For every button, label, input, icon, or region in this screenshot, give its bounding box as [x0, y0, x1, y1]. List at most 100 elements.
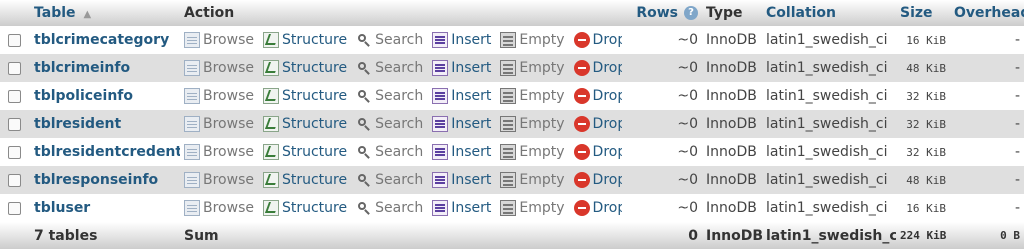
header-table[interactable]: Table ▲	[30, 0, 180, 26]
search-button[interactable]: Search	[356, 200, 423, 216]
browse-button[interactable]: Browse	[184, 32, 254, 48]
drop-button[interactable]: Drop	[573, 116, 622, 132]
footer-collation: latin1_swedish_ci	[762, 222, 896, 249]
header-size[interactable]: Size	[896, 0, 950, 26]
row-checkbox[interactable]	[8, 145, 21, 159]
drop-label: Drop	[592, 60, 622, 76]
empty-button[interactable]: Empty	[500, 88, 565, 104]
insert-button[interactable]: Insert	[432, 144, 491, 160]
insert-button[interactable]: Insert	[432, 172, 491, 188]
structure-label: Structure	[281, 60, 348, 76]
structure-button[interactable]: Structure	[262, 60, 348, 76]
insert-icon	[432, 172, 449, 188]
browse-button[interactable]: Browse	[184, 200, 254, 216]
table-name-link[interactable]: tblresident	[34, 116, 121, 132]
structure-button[interactable]: Structure	[262, 32, 347, 48]
structure-button[interactable]: Structure	[262, 144, 347, 160]
header-overhead[interactable]: Overhead	[950, 0, 1024, 26]
browse-icon	[184, 60, 200, 76]
search-label: Search	[375, 116, 424, 132]
header-type[interactable]: Type	[702, 0, 762, 26]
insert-button[interactable]: Insert	[432, 60, 491, 76]
help-icon[interactable]: ?	[684, 6, 698, 20]
row-size[interactable]: 48 KiB	[896, 166, 950, 194]
empty-button[interactable]: Empty	[500, 172, 565, 188]
header-rows[interactable]: Rows?	[622, 0, 702, 26]
search-button[interactable]: Search	[356, 116, 423, 132]
row-overhead: -	[950, 110, 1024, 138]
empty-icon	[500, 200, 517, 216]
table-name-link[interactable]: tblcrimeinfo	[34, 60, 130, 76]
row-count: ~0	[622, 166, 702, 194]
browse-button[interactable]: Browse	[184, 116, 254, 132]
row-overhead: -	[950, 138, 1024, 166]
row-checkbox[interactable]	[8, 173, 21, 187]
structure-button[interactable]: Structure	[262, 200, 347, 216]
row-type: InnoDB	[702, 26, 762, 54]
row-size[interactable]: 32 KiB	[896, 138, 950, 166]
row-checkbox[interactable]	[8, 201, 21, 215]
drop-button[interactable]: Drop	[573, 144, 622, 160]
structure-button[interactable]: Structure	[262, 116, 348, 132]
structure-button[interactable]: Structure	[262, 172, 347, 188]
row-collation: latin1_swedish_ci	[762, 166, 896, 194]
drop-label: Drop	[592, 88, 622, 104]
empty-button[interactable]: Empty	[500, 116, 565, 132]
insert-button[interactable]: Insert	[432, 88, 491, 104]
row-checkbox-cell	[0, 110, 30, 138]
row-size[interactable]: 32 KiB	[896, 110, 950, 138]
empty-icon	[500, 144, 517, 160]
empty-label: Empty	[519, 116, 565, 132]
table-name-link[interactable]: tblpoliceinfo	[34, 88, 133, 104]
structure-button[interactable]: Structure	[262, 88, 347, 104]
insert-button[interactable]: Insert	[432, 116, 491, 132]
table-name-link[interactable]: tblcrimecategory	[34, 32, 169, 48]
search-label: Search	[375, 32, 424, 48]
browse-button[interactable]: Browse	[184, 172, 254, 188]
drop-button[interactable]: Drop	[573, 32, 622, 48]
empty-button[interactable]: Empty	[500, 200, 565, 216]
row-checkbox[interactable]	[8, 33, 21, 47]
insert-button[interactable]: Insert	[432, 200, 491, 216]
row-checkbox[interactable]	[8, 89, 21, 103]
empty-button[interactable]: Empty	[500, 144, 565, 160]
empty-button[interactable]: Empty	[500, 32, 565, 48]
browse-label: Browse	[203, 32, 254, 48]
table-name-link[interactable]: tblresponseinfo	[34, 172, 158, 188]
drop-button[interactable]: Drop	[573, 60, 622, 76]
search-button[interactable]: Search	[356, 144, 423, 160]
sort-up-icon: ▲	[83, 9, 92, 20]
structure-label: Structure	[281, 116, 348, 132]
search-label: Search	[375, 172, 424, 188]
drop-button[interactable]: Drop	[573, 200, 622, 216]
structure-icon	[262, 200, 279, 216]
empty-label: Empty	[519, 172, 565, 188]
search-button[interactable]: Search	[356, 32, 423, 48]
insert-label: Insert	[451, 88, 492, 104]
empty-label: Empty	[519, 200, 565, 216]
row-size[interactable]: 16 KiB	[896, 26, 950, 54]
empty-icon	[500, 88, 517, 104]
row-actions: Browse Structure Search Insert Empty Drop	[180, 26, 622, 54]
row-checkbox[interactable]	[8, 117, 21, 131]
insert-button[interactable]: Insert	[432, 32, 491, 48]
search-button[interactable]: Search	[356, 88, 423, 104]
browse-button[interactable]: Browse	[184, 60, 254, 76]
search-icon	[356, 200, 372, 216]
drop-button[interactable]: Drop	[573, 172, 622, 188]
row-checkbox[interactable]	[8, 61, 21, 75]
drop-button[interactable]: Drop	[573, 88, 622, 104]
footer-overhead: 0 B	[950, 222, 1024, 249]
header-collation[interactable]: Collation	[762, 0, 896, 26]
row-size[interactable]: 16 KiB	[896, 194, 950, 222]
browse-button[interactable]: Browse	[184, 88, 254, 104]
row-size[interactable]: 48 KiB	[896, 54, 950, 82]
row-size[interactable]: 32 KiB	[896, 82, 950, 110]
table-name-link[interactable]: tbluser	[34, 200, 90, 216]
browse-button[interactable]: Browse	[184, 144, 254, 160]
search-button[interactable]: Search	[356, 172, 423, 188]
table-name-link[interactable]: tblresidentcredential	[34, 144, 180, 160]
empty-button[interactable]: Empty	[500, 60, 565, 76]
row-actions: Browse Structure Search Insert Empty Drop	[180, 110, 622, 138]
search-button[interactable]: Search	[356, 60, 423, 76]
